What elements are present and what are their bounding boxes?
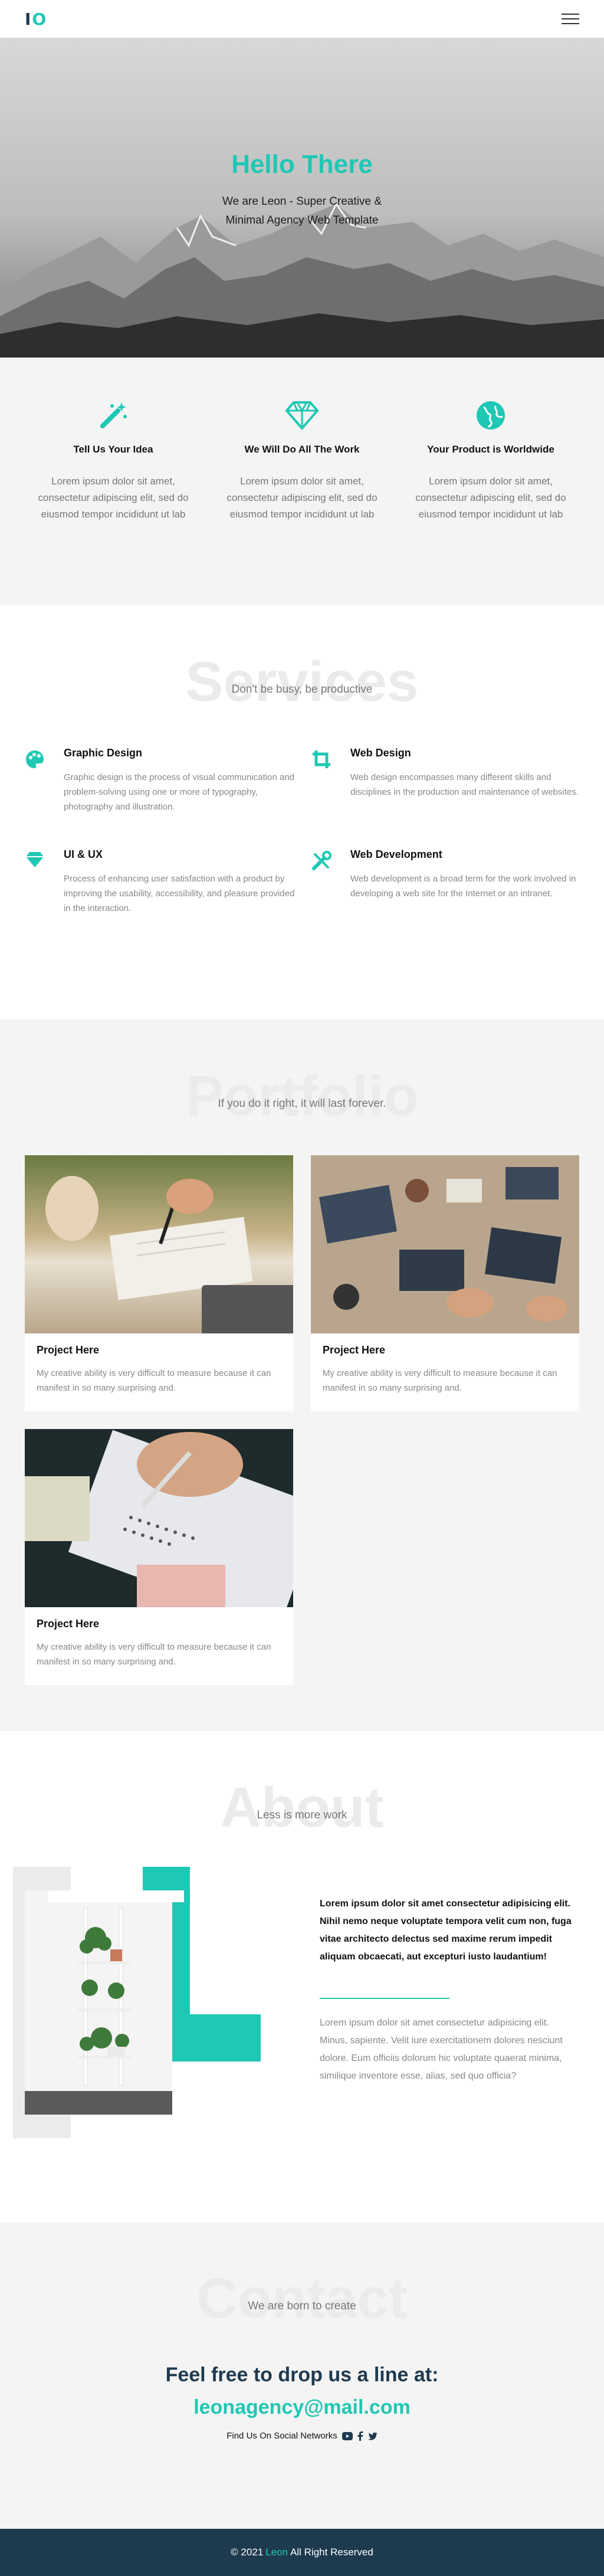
gem-icon	[25, 848, 46, 916]
portfolio-text: My creative ability is very difficult to…	[37, 1368, 271, 1393]
portfolio-image-answer-sheet	[25, 1429, 293, 1607]
service-title: Web Development	[350, 848, 442, 860]
services-section: Services Don't be busy, be productive Gr…	[0, 605, 604, 1020]
youtube-icon[interactable]	[342, 2431, 353, 2440]
service-title: Web Design	[350, 747, 411, 759]
portfolio-text: My creative ability is very difficult to…	[37, 1642, 271, 1667]
service-item: Graphic Design Graphic design is the pro…	[25, 747, 302, 814]
service-text: Process of enhancing user satisfaction w…	[64, 874, 295, 913]
feature-text: Lorem ipsum dolor sit amet, consectetur …	[38, 476, 189, 520]
palette-icon	[25, 747, 46, 814]
facebook-icon[interactable]	[357, 2431, 363, 2441]
logo-right: O	[32, 9, 48, 29]
service-text: Web design encompasses many different sk…	[350, 772, 579, 797]
services-subtitle: Don't be busy, be productive	[231, 683, 373, 696]
globe-icon	[408, 399, 573, 432]
service-item: Web Design Web design encompasses many d…	[311, 747, 589, 814]
feature-card: Tell Us Your Idea Lorem ipsum dolor sit …	[31, 399, 196, 605]
portfolio-card[interactable]: Project Here My creative ability is very…	[25, 1429, 293, 1685]
hero-title: Hello There	[231, 150, 373, 179]
contact-heading: Feel free to drop us a line at:	[165, 2364, 439, 2386]
feature-card: We Will Do All The Work Lorem ipsum dolo…	[219, 399, 385, 605]
navbar: IO	[0, 0, 604, 38]
service-title: UI & UX	[64, 848, 103, 860]
portfolio-card[interactable]: Project Here My creative ability is very…	[25, 1155, 293, 1411]
feature-title: Tell Us Your Idea	[73, 444, 153, 455]
feature-title: Your Product is Worldwide	[427, 444, 554, 455]
portfolio-image-team-laptops	[311, 1155, 579, 1333]
hero-subtitle-line-2: Minimal Agency Web Template	[225, 214, 379, 227]
portfolio-subtitle: If you do it right, it will last forever…	[218, 1097, 386, 1110]
about-paragraph: Lorem ipsum dolor sit amet consectetur a…	[320, 2018, 563, 2081]
portfolio-section: Portfolio If you do it right, it will la…	[0, 1020, 604, 1731]
about-divider	[320, 1998, 449, 1999]
portfolio-watermark-title: Portfolio	[185, 1064, 419, 1128]
logo[interactable]: IO	[25, 9, 47, 29]
services-watermark-title: Services	[185, 650, 419, 713]
about-subtitle: Less is more work	[257, 1809, 347, 1821]
footer: © 2021 Leon All Right Reserved	[0, 2529, 604, 2576]
feature-text: Lorem ipsum dolor sit amet, consectetur …	[415, 476, 566, 520]
diamond-icon	[219, 399, 385, 432]
tools-icon	[311, 848, 333, 916]
contact-email-link[interactable]: leonagency@mail.com	[0, 2396, 604, 2419]
portfolio-title: Project Here	[37, 1618, 100, 1630]
hero-section: Hello There We are Leon - Super Creative…	[0, 38, 604, 358]
hero-subtitle-line-1: We are Leon - Super Creative &	[222, 195, 382, 208]
portfolio-title: Project Here	[37, 1344, 100, 1356]
about-illustration	[13, 1867, 261, 2138]
contact-watermark-title: Contact	[196, 2267, 408, 2330]
logo-left: I	[25, 9, 32, 29]
menu-toggle-icon[interactable]	[562, 14, 579, 24]
service-item: Web Development Web development is a bro…	[311, 848, 589, 916]
about-bold-paragraph: Lorem ipsum dolor sit amet consectetur a…	[320, 1899, 572, 1962]
portfolio-card[interactable]: Project Here My creative ability is very…	[311, 1155, 579, 1411]
feature-title: We Will Do All The Work	[244, 444, 360, 455]
portfolio-text: My creative ability is very difficult to…	[323, 1368, 557, 1393]
service-text: Graphic design is the process of visual …	[64, 772, 295, 812]
feature-text: Lorem ipsum dolor sit amet, consectetur …	[226, 476, 378, 520]
features-section: Tell Us Your Idea Lorem ipsum dolor sit …	[0, 358, 604, 605]
service-text: Web development is a broad term for the …	[350, 874, 576, 899]
about-watermark-title: About	[220, 1776, 384, 1839]
footer-rights: All Right Reserved	[290, 2546, 373, 2558]
portfolio-image-writing	[25, 1155, 293, 1333]
magic-wand-icon	[31, 399, 196, 432]
service-title: Graphic Design	[64, 747, 143, 759]
feature-card: Your Product is Worldwide Lorem ipsum do…	[408, 399, 573, 605]
social-links: Find Us On Social Networks	[0, 2431, 604, 2441]
twitter-icon[interactable]	[367, 2432, 378, 2440]
crop-icon	[311, 747, 333, 814]
contact-section: Contact We are born to create Feel free …	[0, 2222, 604, 2529]
about-section: About Less is more work Lorem ipsum dolo…	[0, 1731, 604, 2222]
footer-copyright: © 2021	[231, 2546, 264, 2558]
portfolio-title: Project Here	[323, 1344, 386, 1356]
service-item: UI & UX Process of enhancing user satisf…	[25, 848, 302, 916]
contact-subtitle: We are born to create	[248, 2300, 356, 2312]
social-label: Find Us On Social Networks	[226, 2431, 337, 2441]
footer-brand[interactable]: Leon	[265, 2546, 288, 2558]
